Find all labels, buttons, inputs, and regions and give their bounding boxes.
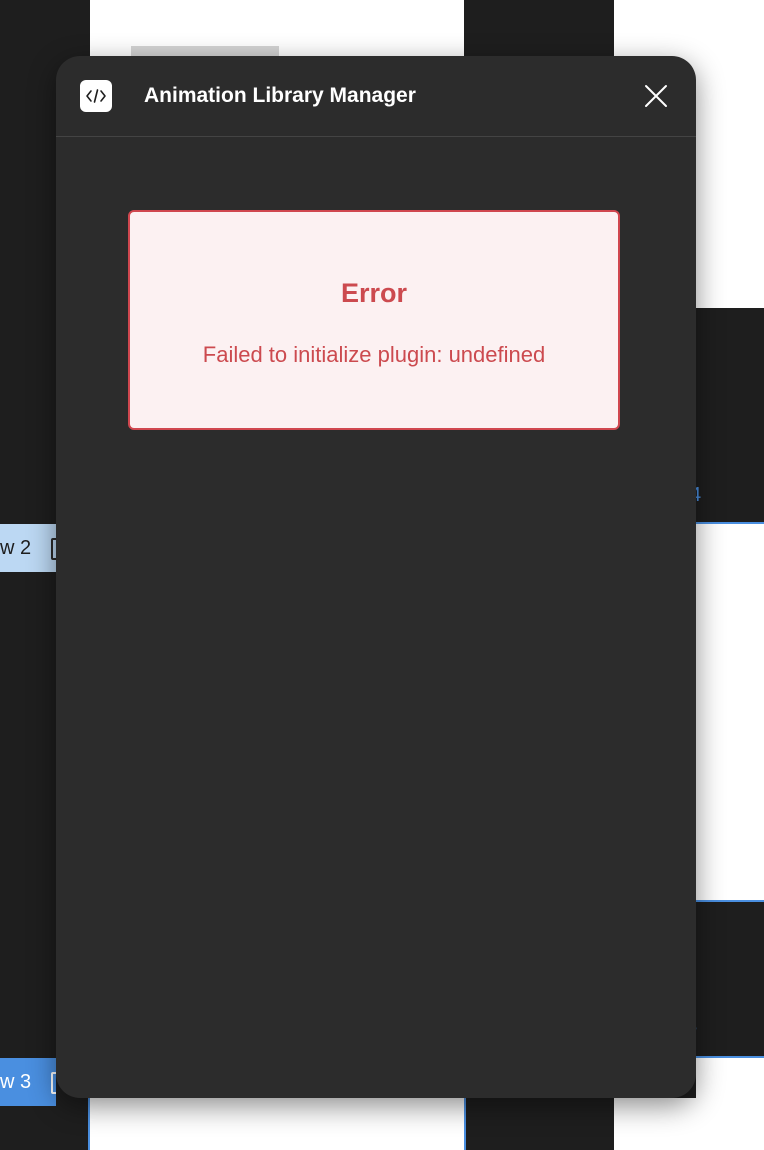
frame-label-text: w 2 bbox=[0, 537, 32, 559]
error-message: Failed to initialize plugin: undefined bbox=[202, 342, 546, 367]
close-button[interactable] bbox=[636, 78, 676, 114]
code-brackets-icon bbox=[80, 80, 112, 112]
error-title: Error bbox=[340, 278, 408, 308]
frame-label[interactable]: w 2 bbox=[0, 524, 56, 572]
selection-outline bbox=[88, 1098, 90, 1150]
canvas-frame bbox=[696, 1058, 764, 1150]
canvas-frame bbox=[464, 1098, 618, 1150]
plugin-window: Animation Library Manager Error Failed t… bbox=[56, 56, 696, 1098]
code-brackets-icon bbox=[86, 89, 106, 103]
canvas-frame bbox=[696, 308, 764, 524]
plugin-titlebar[interactable]: Animation Library Manager bbox=[56, 56, 696, 137]
frame-label-text: w 3 bbox=[0, 1071, 32, 1093]
error-panel: Error Failed to initialize plugin: undef… bbox=[128, 210, 620, 430]
canvas-frame bbox=[696, 524, 764, 902]
canvas-frame bbox=[614, 1098, 696, 1150]
frame-label-selected[interactable]: w 3 bbox=[0, 1058, 56, 1106]
plugin-title: Animation Library Manager bbox=[144, 84, 416, 107]
close-icon bbox=[645, 85, 667, 107]
canvas-frame bbox=[696, 902, 764, 1058]
